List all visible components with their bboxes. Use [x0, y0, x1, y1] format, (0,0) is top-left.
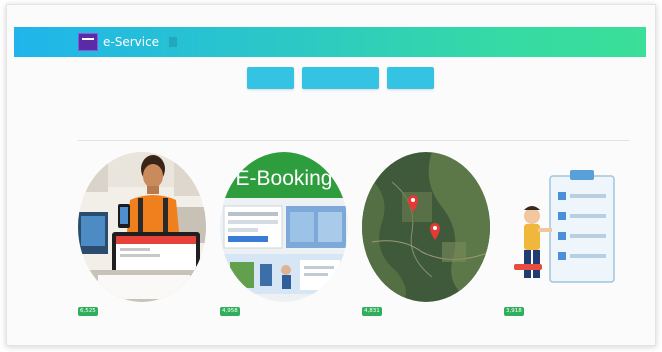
service-card-map[interactable]: 4,831: [362, 152, 492, 332]
checklist-clipboard-icon: [504, 152, 632, 302]
contact-button[interactable]: [247, 67, 294, 89]
ebooking-image[interactable]: E-Booking: [220, 152, 348, 302]
news-button[interactable]: [387, 67, 434, 89]
map-image[interactable]: [362, 152, 490, 302]
quick-buttons: [0, 67, 662, 89]
survey-image[interactable]: [504, 152, 632, 302]
service-card-survey[interactable]: 3,918: [504, 152, 634, 332]
brand-name[interactable]: e-Service: [103, 35, 159, 49]
satellite-map-icon: [362, 152, 490, 302]
service-card-notify[interactable]: 6,525: [78, 152, 208, 332]
person-tablet-photo-icon: [78, 152, 206, 302]
survey-view-badge: 3,918: [504, 306, 524, 316]
booking-screenshot-icon: E-Booking: [220, 152, 348, 302]
notify-image[interactable]: [78, 152, 206, 302]
staff-button[interactable]: [302, 67, 379, 89]
top-navbar: e-Service: [14, 27, 646, 57]
ebooking-overlay-text: E-Booking: [236, 167, 333, 190]
section-divider: [78, 140, 630, 141]
notify-caption[interactable]: 6,525: [78, 306, 228, 317]
notify-view-badge: 6,525: [78, 306, 98, 316]
ebooking-caption[interactable]: 4,958: [220, 306, 370, 317]
service-card-ebooking[interactable]: E-Booking 4,958: [220, 152, 350, 332]
kpru-logo-icon[interactable]: [78, 33, 98, 51]
ebooking-view-badge: 4,958: [220, 306, 240, 316]
nav-home-link[interactable]: [169, 37, 178, 47]
map-caption[interactable]: 4,831: [362, 306, 512, 317]
map-view-badge: 4,831: [362, 306, 382, 316]
survey-caption[interactable]: 3,918: [504, 306, 654, 317]
